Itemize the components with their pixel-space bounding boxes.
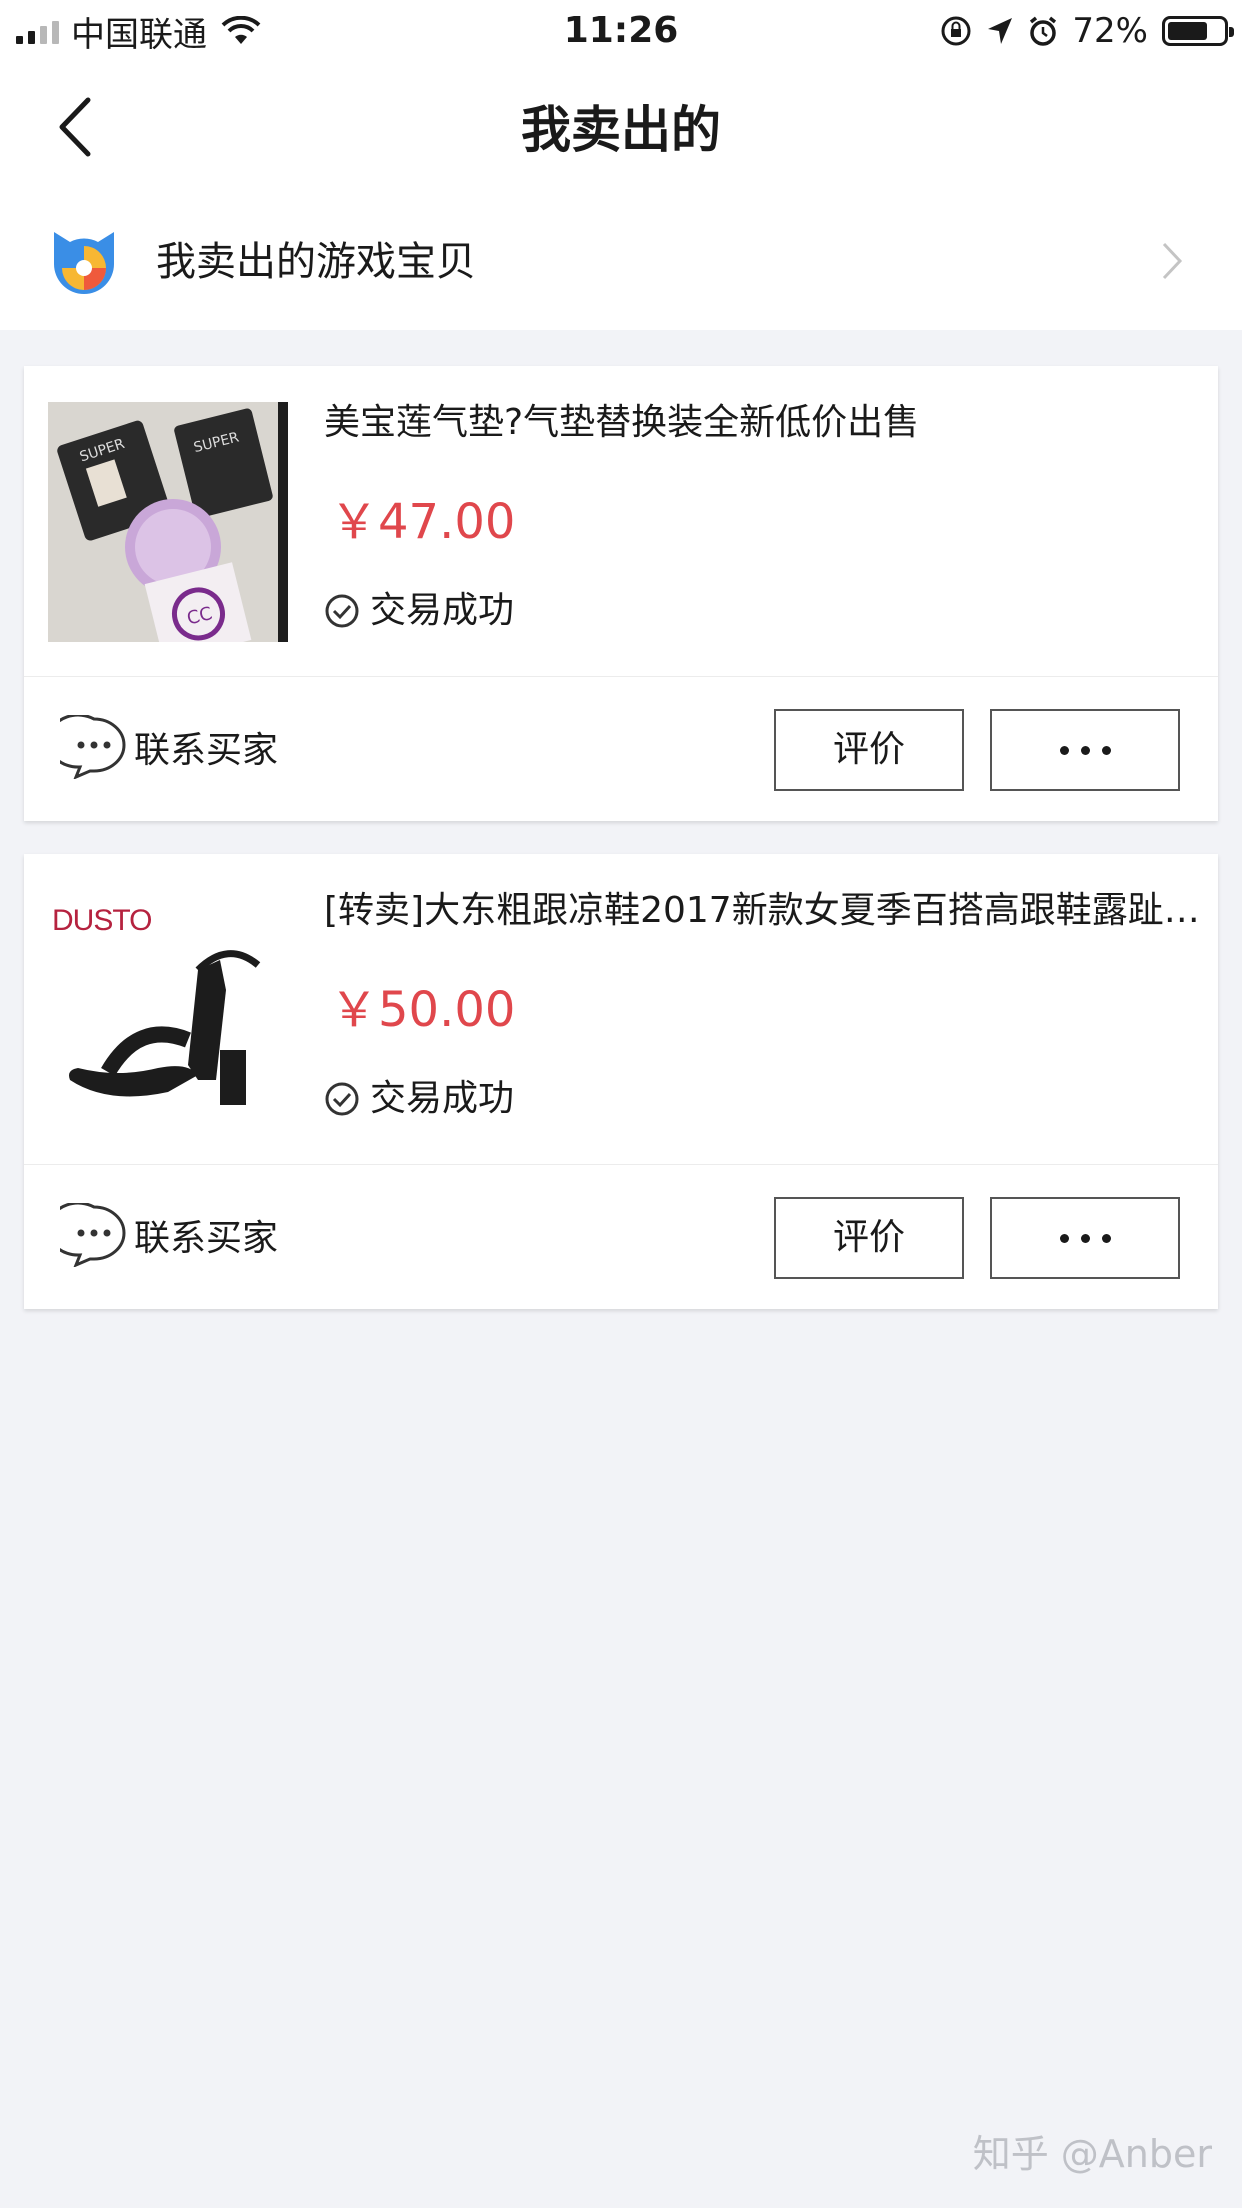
more-button[interactable]	[990, 1197, 1180, 1279]
product-price: ￥47.00	[330, 494, 516, 550]
page-title: 我卖出的	[521, 101, 721, 159]
order-summary[interactable]: SUPER SUPER CC 美宝莲气垫?气垫替换装全新低价出售 ￥47.00 …	[24, 366, 1218, 677]
more-dots-icon	[992, 711, 1178, 789]
game-fox-logo-icon	[54, 232, 114, 294]
game-items-row[interactable]: 我卖出的游戏宝贝	[0, 192, 1242, 330]
game-items-label: 我卖出的游戏宝贝	[156, 239, 476, 285]
product-title: [转卖]大东粗跟凉鞋2017新款女夏季百搭高跟鞋露趾包跟一字带	[324, 890, 1218, 931]
order-card: DUSTO [转卖]大东粗跟凉鞋2017新款女夏季百搭高跟鞋露趾包跟一字带 ￥5…	[24, 854, 1218, 1309]
rate-button[interactable]: 评价	[774, 1197, 964, 1279]
chat-bubble-icon	[60, 715, 126, 779]
product-price: ￥50.00	[330, 982, 516, 1038]
cushion-compact-photo: SUPER SUPER CC	[48, 402, 288, 642]
product-thumbnail: SUPER SUPER CC	[48, 402, 288, 642]
order-status-text: 交易成功	[370, 1078, 515, 1119]
order-actions: 联系买家 评价	[24, 677, 1218, 821]
chevron-right-icon	[1162, 242, 1183, 280]
order-status: 交易成功	[324, 586, 514, 636]
alarm-icon	[1030, 16, 1057, 46]
contact-buyer-label: 联系买家	[134, 730, 279, 771]
rotation-lock-icon	[941, 16, 971, 46]
order-summary[interactable]: DUSTO [转卖]大东粗跟凉鞋2017新款女夏季百搭高跟鞋露趾包跟一字带 ￥5…	[24, 854, 1218, 1165]
brand-logo: DUSTO	[52, 904, 151, 937]
check-circle-icon	[325, 594, 359, 628]
rate-button[interactable]: 评价	[774, 709, 964, 791]
sandal-photo: DUSTO	[48, 890, 288, 1130]
product-thumbnail: DUSTO	[48, 890, 288, 1130]
order-actions: 联系买家 评价	[24, 1165, 1218, 1309]
check-circle-icon	[325, 1082, 359, 1116]
nav-bar: 我卖出的	[0, 62, 1242, 192]
status-bar: 中国联通 11:26 72%	[0, 0, 1242, 62]
order-status-text: 交易成功	[370, 590, 515, 631]
more-button[interactable]	[990, 709, 1180, 791]
contact-buyer-button[interactable]: 联系买家	[60, 715, 278, 779]
order-status: 交易成功	[324, 1074, 514, 1124]
order-card: SUPER SUPER CC 美宝莲气垫?气垫替换装全新低价出售 ￥47.00 …	[24, 366, 1218, 821]
more-dots-icon	[992, 1199, 1178, 1277]
location-icon	[988, 18, 1013, 44]
product-title: 美宝莲气垫?气垫替换装全新低价出售	[324, 402, 920, 443]
chat-bubble-icon	[60, 1203, 126, 1267]
battery-icon	[1162, 16, 1234, 46]
contact-buyer-label: 联系买家	[134, 1218, 279, 1259]
watermark: 知乎 @Anber	[972, 2132, 1212, 2176]
battery-percent: 72%	[1072, 11, 1148, 51]
contact-buyer-button[interactable]: 联系买家	[60, 1203, 278, 1267]
